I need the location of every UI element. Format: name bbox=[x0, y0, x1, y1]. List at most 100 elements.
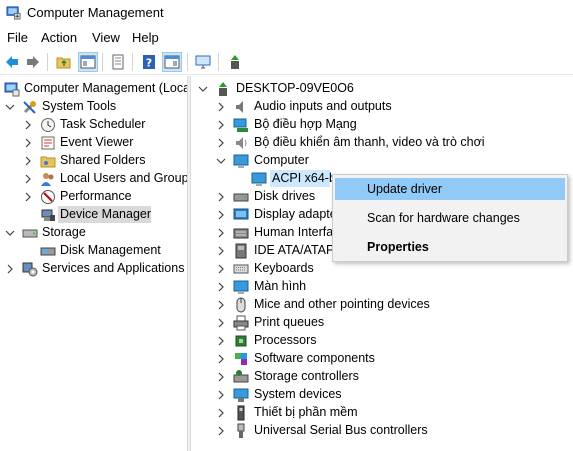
chevron-right-icon[interactable] bbox=[216, 228, 226, 238]
export-list-button[interactable] bbox=[108, 52, 128, 72]
device-category-label: Print queues bbox=[254, 315, 325, 329]
show-action-pane-button[interactable] bbox=[162, 52, 182, 72]
device-label: ACPI x64-b bbox=[270, 170, 336, 187]
tree-item-system-tools[interactable]: System Tools bbox=[0, 98, 187, 116]
menu-help[interactable]: Help bbox=[132, 29, 159, 46]
chevron-right-icon[interactable] bbox=[216, 246, 226, 256]
up-folder-button[interactable] bbox=[54, 52, 74, 72]
computer-view-button[interactable] bbox=[193, 52, 213, 72]
services-icon bbox=[22, 262, 38, 277]
chevron-right-icon[interactable] bbox=[216, 120, 226, 130]
device-category-processors[interactable]: Processors bbox=[191, 332, 573, 350]
tree-item-shared-folders[interactable]: Shared Folders bbox=[0, 152, 187, 170]
device-category-label: Màn hình bbox=[254, 279, 307, 293]
tree-label: Storage bbox=[42, 225, 86, 239]
chevron-right-icon[interactable] bbox=[216, 372, 226, 382]
software-component-icon bbox=[235, 353, 247, 365]
speaker-icon bbox=[236, 101, 243, 113]
chevron-right-icon[interactable] bbox=[216, 318, 226, 328]
update-driver-menu-item[interactable]: Update driver bbox=[335, 178, 565, 200]
device-category-label: Mice and other pointing devices bbox=[254, 297, 430, 311]
chevron-right-icon[interactable] bbox=[216, 300, 226, 310]
back-button[interactable] bbox=[2, 52, 22, 72]
properties-menu-item[interactable]: Properties bbox=[335, 236, 565, 258]
device-tree-root[interactable]: DESKTOP-09VE0O6 bbox=[191, 80, 573, 98]
device-category-network[interactable]: Bộ điều hợp Mạng bbox=[191, 116, 573, 134]
device-category-label: System devices bbox=[254, 387, 342, 401]
chevron-right-icon[interactable] bbox=[216, 264, 226, 274]
chevron-right-icon[interactable] bbox=[216, 192, 226, 202]
tree-item-disk-management[interactable]: Disk Management bbox=[0, 242, 187, 260]
update-driver-toolbar-button[interactable] bbox=[225, 52, 245, 72]
folder-up-icon bbox=[56, 57, 71, 69]
device-category-mice[interactable]: Mice and other pointing devices bbox=[191, 296, 573, 314]
menu-action[interactable]: Action bbox=[41, 29, 77, 46]
tree-label: Local Users and Groups bbox=[60, 171, 187, 185]
chevron-right-icon[interactable] bbox=[216, 210, 226, 220]
chevron-down-icon[interactable] bbox=[5, 228, 15, 238]
chevron-right-icon[interactable] bbox=[216, 354, 226, 364]
shared-folder-icon bbox=[40, 156, 56, 168]
menu-bar: File Action View Help bbox=[0, 27, 573, 48]
tree-item-task-scheduler[interactable]: Task Scheduler bbox=[0, 116, 187, 134]
device-category-software-devices[interactable]: Thiết bị phần mềm bbox=[191, 404, 573, 422]
chevron-right-icon[interactable] bbox=[216, 336, 226, 346]
context-menu: Update driver Scan for hardware changes … bbox=[332, 174, 568, 262]
show-hide-tree-button[interactable] bbox=[78, 52, 98, 72]
device-category-label: Thiết bị phần mềm bbox=[254, 405, 358, 419]
menu-file[interactable]: File bbox=[7, 29, 28, 46]
usb-icon bbox=[237, 423, 245, 438]
chevron-right-icon[interactable] bbox=[216, 390, 226, 400]
tree-item-storage[interactable]: Storage bbox=[0, 224, 187, 242]
forward-arrow-icon bbox=[27, 56, 39, 68]
device-category-software-components[interactable]: Software components bbox=[191, 350, 573, 368]
tree-item-device-manager[interactable]: Device Manager bbox=[0, 206, 187, 224]
device-category-storage-controllers[interactable]: Storage controllers bbox=[191, 368, 573, 386]
users-icon bbox=[41, 173, 54, 186]
device-manager-icon bbox=[41, 209, 55, 221]
chevron-right-icon[interactable] bbox=[216, 138, 226, 148]
storage-icon bbox=[22, 229, 38, 238]
chevron-right-icon[interactable] bbox=[23, 174, 33, 184]
device-category-label: IDE ATA/ATAPI bbox=[254, 243, 338, 257]
chevron-right-icon[interactable] bbox=[23, 192, 33, 202]
help-button[interactable]: ? bbox=[139, 52, 159, 72]
tree-item-computer-management[interactable]: Computer Management (Local bbox=[0, 80, 187, 98]
device-category-label: Bộ điều khiển âm thanh, video và trò chơ… bbox=[254, 135, 485, 149]
tree-label: Services and Applications bbox=[42, 261, 185, 275]
tree-item-services-applications[interactable]: Services and Applications bbox=[0, 260, 187, 278]
chevron-right-icon[interactable] bbox=[23, 156, 33, 166]
chevron-down-icon[interactable] bbox=[216, 156, 226, 166]
chevron-right-icon[interactable] bbox=[216, 408, 226, 418]
tree-item-local-users[interactable]: Local Users and Groups bbox=[0, 170, 187, 188]
device-category-keyboards[interactable]: Keyboards bbox=[191, 260, 573, 278]
device-category-audio[interactable]: Audio inputs and outputs bbox=[191, 98, 573, 116]
chevron-down-icon[interactable] bbox=[5, 102, 15, 112]
chevron-right-icon[interactable] bbox=[5, 264, 15, 274]
help-icon: ? bbox=[143, 55, 155, 70]
tree-item-event-viewer[interactable]: Event Viewer bbox=[0, 134, 187, 152]
tree-label: Device Manager bbox=[58, 206, 152, 223]
chevron-right-icon[interactable] bbox=[23, 138, 33, 148]
tree-item-performance[interactable]: Performance bbox=[0, 188, 187, 206]
forward-button[interactable] bbox=[23, 52, 43, 72]
device-category-label: Bộ điều hợp Mạng bbox=[254, 117, 357, 131]
chevron-right-icon[interactable] bbox=[216, 282, 226, 292]
menu-view[interactable]: View bbox=[92, 29, 120, 46]
storage-controller-icon bbox=[233, 370, 249, 383]
tree-label: Computer Management (Local bbox=[24, 81, 187, 95]
chevron-down-icon[interactable] bbox=[198, 84, 208, 94]
monitor-icon bbox=[251, 172, 267, 186]
chevron-right-icon[interactable] bbox=[23, 120, 33, 130]
network-adapter-icon bbox=[233, 118, 248, 132]
chevron-right-icon[interactable] bbox=[216, 426, 226, 436]
device-category-computer[interactable]: Computer bbox=[191, 152, 573, 170]
device-category-sound-video[interactable]: Bộ điều khiển âm thanh, video và trò chơ… bbox=[191, 134, 573, 152]
device-category-usb[interactable]: Universal Serial Bus controllers bbox=[191, 422, 573, 440]
device-category-system-devices[interactable]: System devices bbox=[191, 386, 573, 404]
device-category-print-queues[interactable]: Print queues bbox=[191, 314, 573, 332]
device-category-monitors[interactable]: Màn hình bbox=[191, 278, 573, 296]
console-tree: Computer Management (Local System Tools … bbox=[0, 78, 187, 451]
scan-hardware-menu-item[interactable]: Scan for hardware changes bbox=[335, 207, 565, 229]
chevron-right-icon[interactable] bbox=[216, 102, 226, 112]
